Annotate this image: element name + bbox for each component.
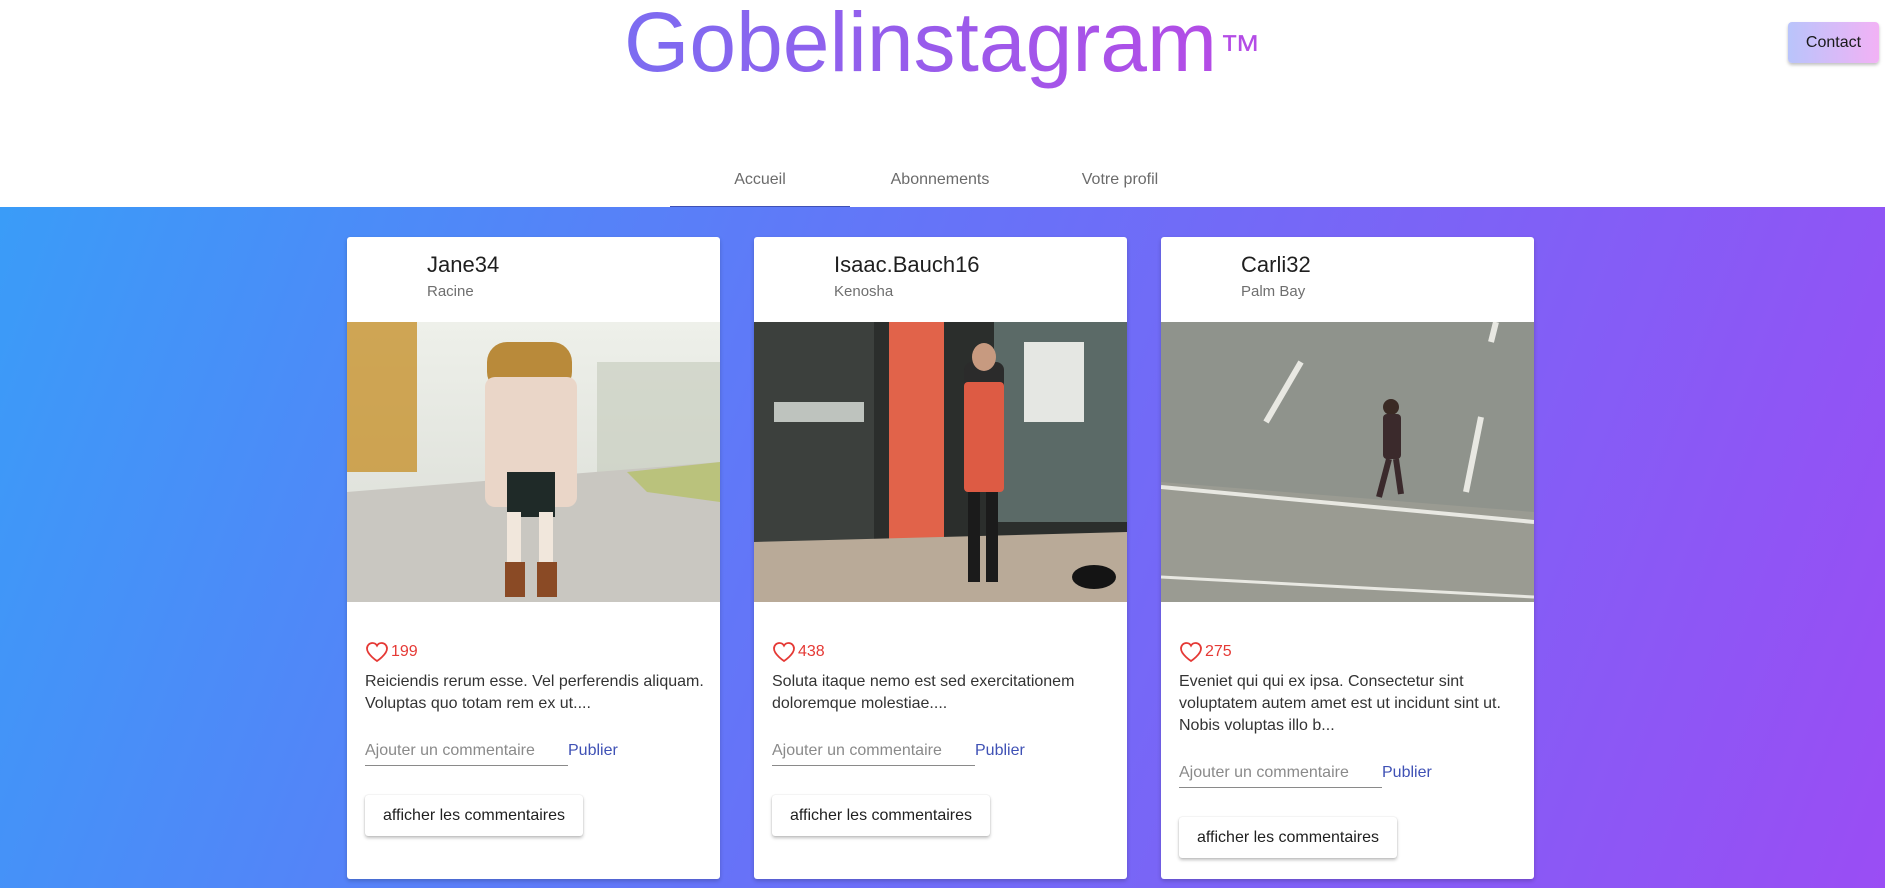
avatar[interactable] xyxy=(365,253,417,305)
like-count: 275 xyxy=(1205,643,1232,660)
avatar[interactable] xyxy=(1179,253,1231,305)
like-counter: 199 xyxy=(365,641,418,663)
app-title: Gobelinstagram xyxy=(624,0,1217,89)
post-header: Isaac.Bauch16 Kenosha xyxy=(754,237,1127,322)
post-photo[interactable] xyxy=(754,322,1127,602)
post-card: Isaac.Bauch16 Kenosha 438 Soluta itaque … xyxy=(754,237,1127,879)
nav-tabs: Accueil Abonnements Votre profil xyxy=(670,160,1210,208)
publish-button[interactable]: Publier xyxy=(975,742,1025,766)
show-comments-button[interactable]: afficher les commentaires xyxy=(772,795,990,836)
post-caption: Eveniet qui qui ex ipsa. Consectetur sin… xyxy=(1179,673,1501,734)
post-username[interactable]: Carli32 xyxy=(1241,252,1311,278)
like-count: 438 xyxy=(798,643,825,660)
post-header: Jane34 Racine xyxy=(347,237,720,322)
comment-form: Publier xyxy=(365,737,618,766)
post-username[interactable]: Isaac.Bauch16 xyxy=(834,252,980,278)
app-header: Gobelinstagram™ Contact Accueil Abonneme… xyxy=(0,0,1885,208)
publish-button[interactable]: Publier xyxy=(1382,764,1432,788)
like-counter: 275 xyxy=(1179,641,1232,663)
heart-icon[interactable] xyxy=(1179,641,1203,663)
trademark-symbol: ™ xyxy=(1218,26,1261,73)
avatar[interactable] xyxy=(772,253,824,305)
tab-accueil[interactable]: Accueil xyxy=(670,160,850,208)
publish-button[interactable]: Publier xyxy=(568,742,618,766)
show-comments-button[interactable]: afficher les commentaires xyxy=(1179,817,1397,858)
post-caption: Reiciendis rerum esse. Vel perferendis a… xyxy=(365,673,704,712)
comment-input[interactable] xyxy=(772,737,975,766)
post-header: Carli32 Palm Bay xyxy=(1161,237,1534,322)
like-count: 199 xyxy=(391,643,418,660)
tab-votre-profil[interactable]: Votre profil xyxy=(1030,160,1210,207)
comment-input[interactable] xyxy=(365,737,568,766)
comment-input[interactable] xyxy=(1179,759,1382,788)
post-caption: Soluta itaque nemo est sed exercitatione… xyxy=(772,673,1075,712)
heart-icon[interactable] xyxy=(772,641,796,663)
app-logo: Gobelinstagram™ xyxy=(0,0,1885,92)
comment-form: Publier xyxy=(772,737,1025,766)
tab-abonnements[interactable]: Abonnements xyxy=(850,160,1030,207)
post-location: Palm Bay xyxy=(1241,283,1306,300)
post-card: Jane34 Racine 199 Reiciendis rerum esse.… xyxy=(347,237,720,879)
post-username[interactable]: Jane34 xyxy=(427,252,499,278)
post-location: Kenosha xyxy=(834,283,894,300)
comment-form: Publier xyxy=(1179,759,1432,788)
contact-button[interactable]: Contact xyxy=(1788,22,1879,63)
post-card: Carli32 Palm Bay 275 Eveniet qui qui ex … xyxy=(1161,237,1534,879)
post-photo[interactable] xyxy=(347,322,720,602)
heart-icon[interactable] xyxy=(365,641,389,663)
like-counter: 438 xyxy=(772,641,825,663)
post-location: Racine xyxy=(427,283,474,300)
show-comments-button[interactable]: afficher les commentaires xyxy=(365,795,583,836)
post-photo[interactable] xyxy=(1161,322,1534,602)
